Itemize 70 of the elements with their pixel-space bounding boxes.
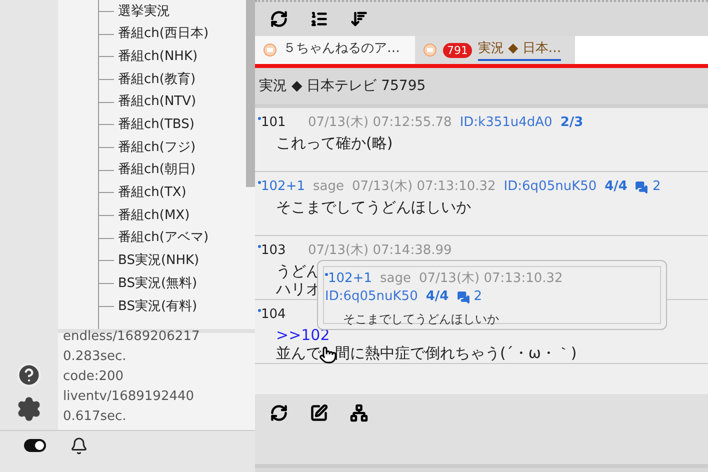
refresh-icon[interactable] [270, 404, 288, 422]
tree-item[interactable]: 選挙実況 [118, 2, 170, 22]
tree-item[interactable]: 番組ch(NHK) [118, 46, 198, 66]
post-number[interactable]: 101 [261, 114, 286, 132]
log-line: code:200 [63, 368, 125, 386]
post-number[interactable]: 102+1 [261, 178, 305, 196]
board-icon [263, 43, 277, 57]
speech-bubbles-icon [635, 180, 648, 194]
scrollbar[interactable] [246, 0, 255, 187]
id-count: 4/4 [426, 288, 449, 306]
tree-item[interactable]: 番組ch(教育) [118, 70, 196, 90]
post-id[interactable]: ID:6q05nuK50 [325, 288, 418, 306]
speech-bubbles-icon [456, 290, 470, 304]
post-mail: sage [312, 178, 344, 196]
dot-icon [258, 117, 261, 120]
tree-item[interactable]: 番組ch(朝日) [118, 160, 196, 180]
post-number[interactable]: 102+1 [328, 270, 372, 288]
dot-icon [258, 245, 261, 248]
dot-icon [325, 273, 328, 276]
post-date: 07/13(木) 07:13:10.32 [352, 178, 496, 196]
post-date: 07/13(木) 07:13:10.32 [418, 270, 563, 288]
tree-item[interactable]: 番組ch(NTV) [118, 92, 196, 112]
id-count: 2/3 [560, 114, 584, 132]
tree-item[interactable]: BS実況(有料) [118, 296, 198, 316]
post-number[interactable]: 104 [261, 306, 286, 324]
post-body: ハリオ [276, 280, 321, 298]
board-icon [423, 43, 437, 57]
tree-item[interactable]: 番組ch(フジ) [118, 138, 196, 158]
refresh-icon[interactable] [270, 10, 288, 28]
post-date: 07/13(木) 07:14:38.99 [308, 242, 452, 260]
post-body: 並んで [276, 344, 321, 362]
dot-icon [258, 309, 261, 312]
post-id[interactable]: ID:6q05nuK50 [504, 178, 597, 196]
post-id[interactable]: ID:k351u4dA0 [460, 114, 552, 132]
tree-item[interactable]: 番組ch(MX) [118, 206, 190, 226]
post-number[interactable]: 103 [261, 242, 286, 260]
thread-tab[interactable]: 791 実況 ◆ 日本… [415, 36, 575, 64]
reply-count[interactable]: 2 [456, 288, 482, 306]
tab-label: ５ちゃんねるのア… [283, 40, 400, 58]
tree-item[interactable]: 番組ch(西日本) [118, 24, 209, 44]
post-mail: sage [380, 270, 411, 288]
tree-structure-icon[interactable] [350, 404, 368, 422]
log-line: liventv/1689192440 [63, 388, 196, 406]
id-count: 4/4 [604, 178, 628, 196]
tree-item[interactable]: 番組ch(TBS) [118, 115, 194, 135]
sort-descending-icon[interactable] [350, 10, 368, 28]
reply-link[interactable]: >>102 [276, 326, 330, 344]
tree-item[interactable]: 番組ch(アベマ) [118, 228, 209, 248]
post-body: 間に熱中症で倒れちゃう(´・ω・｀) [335, 344, 577, 362]
tree-item[interactable]: BS実況(NHK) [118, 251, 200, 271]
tree-item[interactable]: 番組ch(TX) [118, 183, 186, 203]
thread-tab[interactable]: ５ちゃんねるのア… [255, 36, 415, 64]
thread-title: 実況 ◆ 日本テレビ 75795 [259, 76, 426, 96]
post-body: これって確か(略) [276, 134, 393, 152]
reply-count[interactable]: 2 [635, 178, 661, 196]
tree-item[interactable]: BS実況(無料) [118, 274, 198, 294]
post-body: そこまでしてうどんほしいか [276, 198, 471, 216]
numbered-list-icon[interactable] [310, 10, 328, 28]
help-icon[interactable] [16, 362, 42, 388]
toggle-switch[interactable] [24, 439, 46, 452]
log-line: 0.283sec. [63, 348, 128, 366]
unread-badge: 791 [443, 42, 472, 58]
edit-icon[interactable] [310, 404, 328, 422]
log-line: 0.617sec. [63, 408, 128, 426]
log-line: endless/1689206217 [63, 328, 201, 346]
dot-icon [258, 181, 261, 184]
tab-label: 実況 ◆ 日本… [478, 39, 562, 61]
post-date: 07/13(木) 07:12:55.78 [308, 114, 452, 132]
bell-icon[interactable] [70, 436, 88, 454]
post-body: そこまでしてうどんほしいか [342, 311, 500, 328]
